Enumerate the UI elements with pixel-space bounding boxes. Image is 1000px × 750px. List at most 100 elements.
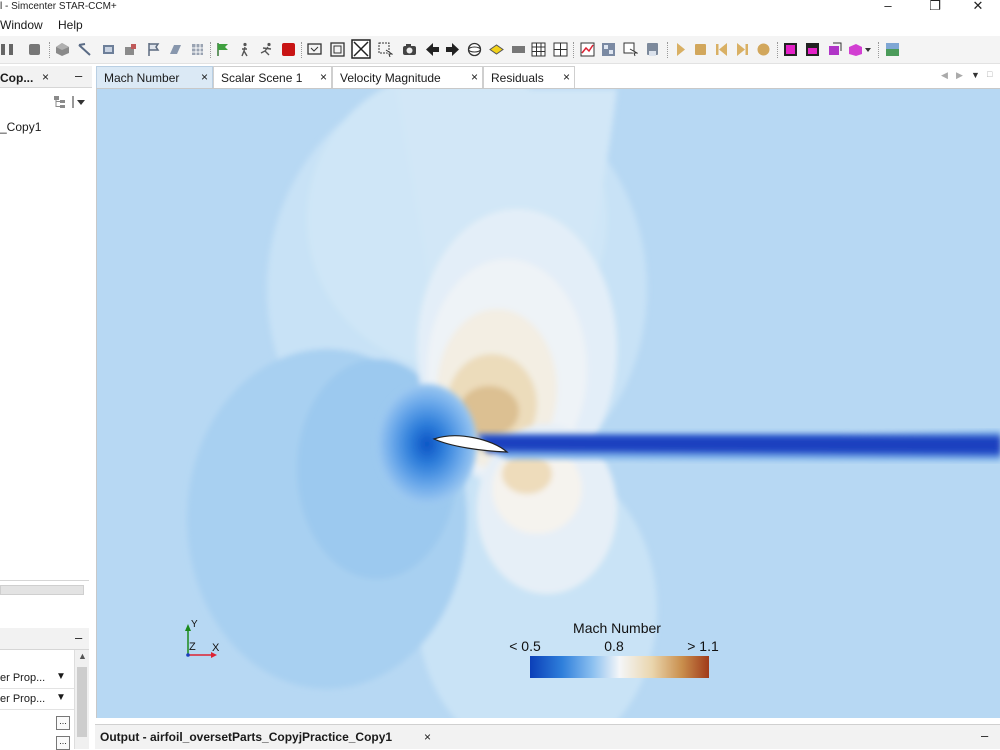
tab-mach-number[interactable]: Mach Number × bbox=[96, 66, 213, 88]
tree-item-sim[interactable]: _Copy1 bbox=[0, 120, 41, 134]
toolbar-separator bbox=[878, 42, 879, 58]
run-icon[interactable] bbox=[259, 42, 274, 57]
scroll-up-icon[interactable]: ▲ bbox=[78, 651, 87, 661]
graph-icon[interactable] bbox=[580, 42, 595, 57]
toolbar-separator bbox=[49, 42, 50, 58]
pause-icon[interactable] bbox=[0, 42, 15, 57]
mach-number-contour[interactable]: Y Z X Mach Number < 0.5 0.8 > 1.1 bbox=[97, 89, 1000, 718]
arrow-right-icon[interactable] bbox=[445, 42, 460, 57]
simulation-tree-close-button[interactable]: × bbox=[42, 70, 49, 84]
tree-scroll-area bbox=[0, 580, 89, 620]
step-back-icon[interactable] bbox=[714, 42, 729, 57]
play-icon[interactable] bbox=[673, 42, 688, 57]
record-icon[interactable] bbox=[756, 42, 771, 57]
menu-window[interactable]: Window bbox=[0, 18, 43, 32]
property-row[interactable]: er Prop... ▼ bbox=[0, 690, 74, 710]
grid-icon[interactable] bbox=[190, 42, 205, 57]
windows-icon[interactable] bbox=[601, 42, 616, 57]
tab-prev-icon[interactable]: ◀ bbox=[941, 70, 948, 81]
tab-list-icon[interactable]: ▼ bbox=[971, 70, 980, 80]
horizontal-scrollbar[interactable] bbox=[0, 585, 84, 595]
menu-help[interactable]: Help bbox=[58, 18, 83, 32]
part-icon[interactable] bbox=[168, 42, 183, 57]
properties-vertical-scrollbar[interactable]: ▲ bbox=[74, 650, 89, 749]
flag-icon[interactable] bbox=[146, 42, 161, 57]
output-panel-header: Output - airfoil_oversetParts_CopyjPract… bbox=[95, 724, 1000, 749]
properties-header: – bbox=[0, 628, 89, 650]
stop-red-icon[interactable] bbox=[281, 42, 296, 57]
property-dropdown-icon[interactable]: ▼ bbox=[56, 671, 66, 682]
toolbar-separator bbox=[301, 42, 302, 58]
property-ellipsis-button[interactable]: ... bbox=[56, 716, 70, 730]
legend-mid-label: 0.8 bbox=[604, 638, 624, 654]
tab-label: Residuals bbox=[491, 71, 544, 85]
property-label: er Prop... bbox=[0, 693, 46, 705]
table2-icon[interactable] bbox=[553, 42, 568, 57]
window-title: l - Simcenter STAR-CCM+ bbox=[0, 1, 117, 12]
tab-next-icon[interactable]: ▶ bbox=[956, 70, 963, 81]
scroll-thumb[interactable] bbox=[77, 667, 87, 737]
flag-green-icon[interactable] bbox=[215, 42, 230, 57]
scene-viewport[interactable]: Y Z X Mach Number < 0.5 0.8 > 1.1 bbox=[96, 88, 1000, 718]
tab-velocity-magnitude[interactable]: Velocity Magnitude × bbox=[332, 66, 483, 88]
screen-icon[interactable] bbox=[307, 42, 322, 57]
properties-minimize-button[interactable]: – bbox=[75, 630, 82, 645]
menu-bar: Window Help bbox=[0, 16, 1000, 34]
maximize-editor-icon[interactable]: □ bbox=[987, 69, 992, 79]
close-icon[interactable]: × bbox=[320, 70, 327, 84]
close-icon[interactable]: × bbox=[201, 70, 208, 84]
plane-icon[interactable] bbox=[489, 42, 504, 57]
minimize-window-button[interactable]: – bbox=[868, 0, 908, 15]
view-icon[interactable] bbox=[885, 42, 900, 57]
toolbar-separator bbox=[210, 42, 211, 58]
close-icon[interactable]: × bbox=[563, 70, 570, 84]
property-ellipsis-button[interactable]: ... bbox=[56, 736, 70, 750]
tab-residuals[interactable]: Residuals × bbox=[483, 66, 575, 88]
scene-icon[interactable] bbox=[783, 42, 798, 57]
toolbar-separator bbox=[667, 42, 668, 58]
editor-tab-bar: Mach Number × Scalar Scene 1 × Velocity … bbox=[95, 66, 1000, 88]
legend-max-label: > 1.1 bbox=[687, 638, 719, 654]
property-dropdown-icon[interactable]: ▼ bbox=[56, 692, 66, 703]
legend-colorbar bbox=[530, 656, 709, 678]
toolbar-separator bbox=[777, 42, 778, 58]
property-row[interactable]: er Prop... ▼ bbox=[0, 669, 74, 689]
square-icon[interactable] bbox=[693, 42, 708, 57]
output-minimize-button[interactable]: – bbox=[981, 728, 988, 743]
tab-label: Velocity Magnitude bbox=[340, 71, 441, 85]
zoom-fit-icon[interactable] bbox=[351, 39, 371, 59]
toolbar-separator bbox=[573, 42, 574, 58]
probe-icon[interactable] bbox=[77, 42, 92, 57]
save-icon[interactable] bbox=[645, 42, 660, 57]
region-icon[interactable] bbox=[101, 42, 116, 57]
table-icon[interactable] bbox=[531, 42, 546, 57]
fit-icon[interactable] bbox=[330, 42, 345, 57]
select-icon[interactable] bbox=[378, 42, 393, 57]
stop-icon[interactable] bbox=[27, 42, 42, 57]
tab-scalar-scene-1[interactable]: Scalar Scene 1 × bbox=[213, 66, 332, 88]
arrow-left-icon[interactable] bbox=[425, 42, 440, 57]
legend-min-label: < 0.5 bbox=[509, 638, 541, 654]
close-window-button[interactable]: ✕ bbox=[958, 0, 998, 15]
close-icon[interactable]: × bbox=[471, 70, 478, 84]
tree-layout-icon[interactable] bbox=[53, 95, 67, 109]
output-close-button[interactable]: × bbox=[424, 730, 431, 744]
3d-icon[interactable] bbox=[848, 42, 872, 57]
tree-menu-icon[interactable] bbox=[72, 95, 86, 109]
export-icon[interactable] bbox=[827, 42, 842, 57]
legend-title: Mach Number bbox=[573, 620, 661, 636]
boundary-icon[interactable] bbox=[123, 42, 138, 57]
axis-x-label: X bbox=[212, 642, 220, 654]
copy-icon[interactable] bbox=[623, 42, 638, 57]
walk-icon[interactable] bbox=[237, 42, 252, 57]
camera-icon[interactable] bbox=[402, 42, 417, 57]
output-title: Output - airfoil_oversetParts_CopyjPract… bbox=[100, 730, 393, 744]
ruler-icon[interactable] bbox=[511, 42, 526, 57]
mesh-icon[interactable] bbox=[55, 42, 70, 57]
sphere-icon[interactable] bbox=[467, 42, 482, 57]
simulation-tree-minimize-button[interactable]: – bbox=[75, 68, 82, 83]
step-fwd-icon[interactable] bbox=[735, 42, 750, 57]
property-label: er Prop... bbox=[0, 672, 46, 684]
restore-window-button[interactable]: ❐ bbox=[915, 0, 955, 15]
scene2-icon[interactable] bbox=[805, 42, 820, 57]
